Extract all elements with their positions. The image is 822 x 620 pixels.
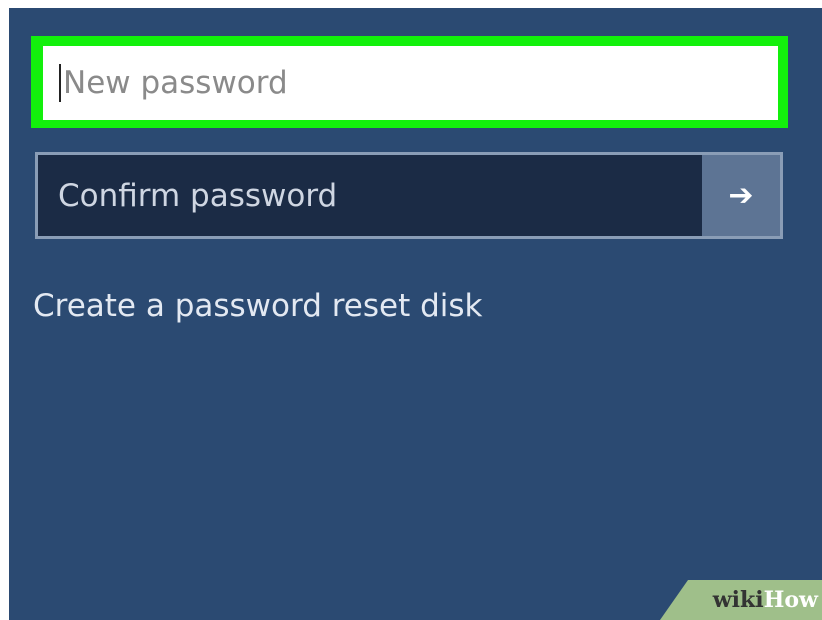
new-password-input[interactable] — [63, 65, 743, 101]
create-reset-disk-link[interactable]: Create a password reset disk — [33, 288, 483, 324]
confirm-password-box[interactable] — [38, 155, 702, 236]
watermark-part2: How — [763, 587, 818, 613]
confirm-password-input[interactable] — [58, 177, 658, 214]
new-password-field[interactable] — [43, 46, 778, 120]
submit-button[interactable]: ➔ — [702, 155, 780, 236]
wikihow-watermark: wiki How — [660, 580, 822, 620]
arrow-right-icon: ➔ — [728, 178, 754, 213]
confirm-password-field: ➔ — [35, 152, 783, 239]
watermark-part1: wiki — [712, 587, 764, 613]
password-panel: ➔ Create a password reset disk wiki How — [9, 8, 822, 620]
text-caret — [59, 64, 61, 102]
